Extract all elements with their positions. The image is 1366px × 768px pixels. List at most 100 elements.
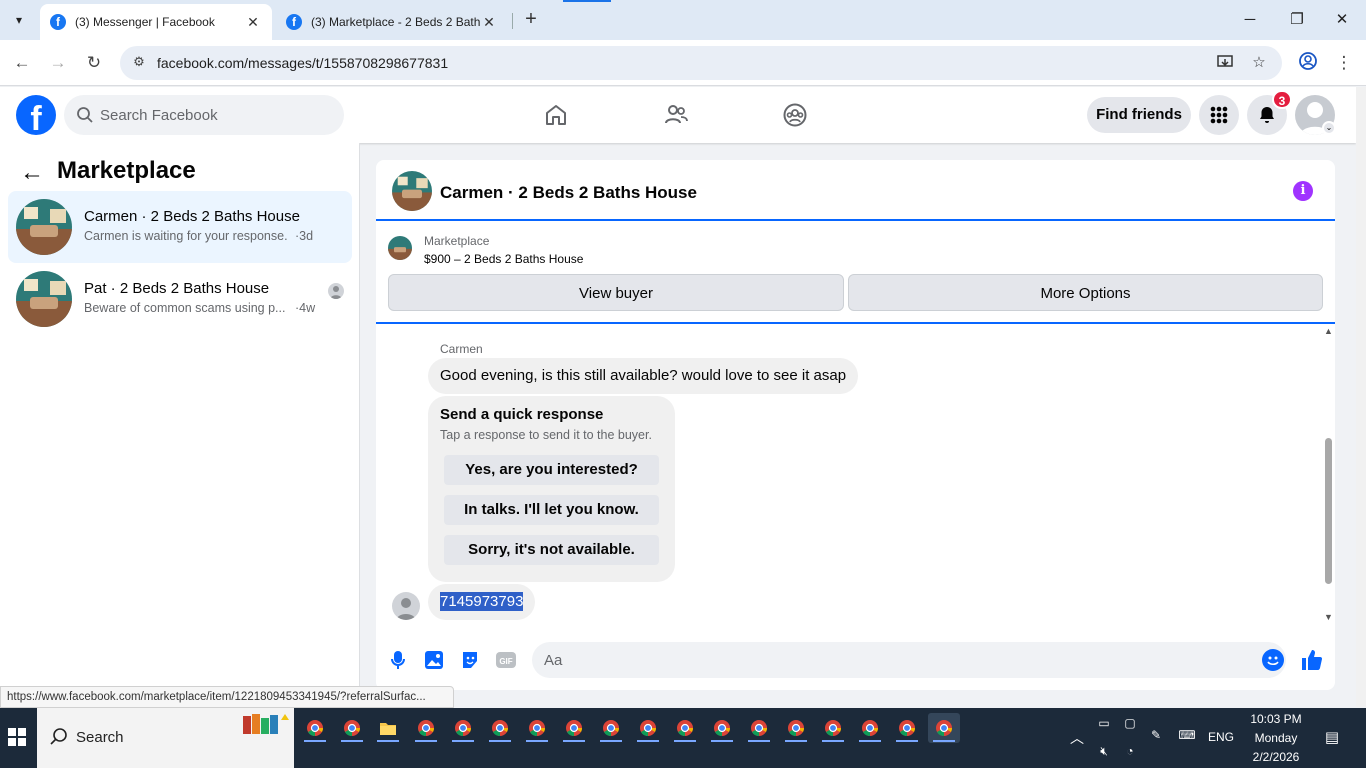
facebook-search[interactable]: [64, 95, 344, 135]
clock-time[interactable]: 10:03 PM: [1248, 712, 1304, 726]
minimize-button[interactable]: ─: [1230, 6, 1270, 34]
chrome-icon[interactable]: [669, 713, 701, 743]
taskbar-search[interactable]: Search: [37, 708, 294, 768]
bookmark-star-icon[interactable]: ☆: [1248, 53, 1270, 75]
info-icon[interactable]: i: [1293, 181, 1313, 201]
find-friends-button[interactable]: Find friends: [1087, 97, 1191, 133]
wifi-icon[interactable]: ◔: [1122, 744, 1138, 760]
chrome-icon[interactable]: [706, 713, 738, 743]
url-text[interactable]: facebook.com/messages/t/1558708298677831: [157, 55, 448, 71]
view-buyer-button[interactable]: View buyer: [388, 274, 844, 311]
message-input[interactable]: [532, 642, 1286, 678]
selected-text[interactable]: 7145973793: [440, 592, 524, 611]
incoming-message[interactable]: Good evening, is this still available? w…: [428, 358, 859, 394]
install-app-icon[interactable]: [1214, 53, 1236, 75]
conversation-preview: Carmen is waiting for your response.: [84, 229, 288, 243]
home-icon[interactable]: [540, 99, 572, 131]
friends-icon[interactable]: [660, 99, 692, 131]
tab-marketplace[interactable]: f (3) Marketplace - 2 Beds 2 Baths ✕: [276, 4, 508, 40]
reload-icon[interactable]: ↻: [82, 51, 106, 75]
chrome-icon[interactable]: [817, 713, 849, 743]
conversation-preview: Beware of common scams using p...: [84, 301, 286, 315]
windows-start-icon[interactable]: [8, 728, 26, 746]
facebook-header: f Find friends 3 ⌄: [0, 87, 1356, 143]
scrollbar-thumb[interactable]: [1325, 438, 1332, 584]
conversation-item[interactable]: Pat · 2 Beds 2 Baths House Beware of com…: [8, 263, 352, 335]
search-input[interactable]: [100, 95, 330, 135]
quick-response-subtitle: Tap a response to send it to the buyer.: [440, 428, 652, 442]
message-text-field[interactable]: [544, 642, 1234, 678]
meet-now-icon[interactable]: ▢: [1122, 716, 1138, 732]
tab-title: (3) Messenger | Facebook: [75, 15, 215, 29]
photo-icon[interactable]: [423, 649, 445, 671]
emoji-icon[interactable]: [1262, 649, 1284, 671]
groups-icon[interactable]: [779, 99, 811, 131]
menu-grid-icon[interactable]: [1199, 95, 1239, 135]
chrome-icon[interactable]: [336, 713, 368, 743]
conversation-item[interactable]: Carmen · 2 Beds 2 Baths House Carmen is …: [8, 191, 352, 263]
sticker-icon[interactable]: [459, 649, 481, 671]
clock-day[interactable]: Monday: [1248, 731, 1304, 745]
close-window-button[interactable]: ✕: [1322, 6, 1362, 34]
facebook-logo-icon[interactable]: f: [16, 95, 56, 135]
new-tab-button[interactable]: +: [519, 8, 543, 32]
conversation-name: Pat · 2 Beds 2 Baths House: [84, 280, 270, 297]
microphone-icon[interactable]: [387, 649, 409, 671]
taskbar-search-label: Search: [76, 729, 124, 746]
chrome-icon[interactable]: [299, 713, 331, 743]
tab-title: (3) Marketplace - 2 Beds 2 Baths: [311, 15, 480, 29]
pen-icon[interactable]: ✎: [1148, 728, 1164, 744]
tab-search-button[interactable]: ▾: [6, 7, 32, 33]
chrome-icon[interactable]: [595, 713, 627, 743]
page-scrollbar[interactable]: [1356, 87, 1366, 707]
outgoing-message[interactable]: 7145973793: [428, 584, 536, 620]
tab-strip-indicator: [563, 0, 611, 2]
chrome-icon[interactable]: [743, 713, 775, 743]
chevron-down-icon[interactable]: ⌄: [1322, 121, 1336, 135]
chat-thumbnail[interactable]: [392, 171, 432, 211]
chrome-icon[interactable]: [780, 713, 812, 743]
chrome-icon[interactable]: [928, 713, 960, 743]
notifications-icon[interactable]: ▤: [1324, 728, 1340, 746]
tab-messenger[interactable]: f (3) Messenger | Facebook ✕: [40, 4, 272, 40]
chrome-icon[interactable]: [447, 713, 479, 743]
quick-response-yes-button[interactable]: Yes, are you interested?: [444, 455, 659, 485]
thumbs-up-icon[interactable]: [1301, 649, 1323, 671]
widgets-icon[interactable]: [239, 710, 291, 736]
chrome-icon[interactable]: [410, 713, 442, 743]
profile-icon[interactable]: [1296, 51, 1320, 75]
chrome-icon[interactable]: [521, 713, 553, 743]
tab-close-icon[interactable]: ✕: [244, 14, 262, 31]
quick-response-sorry-button[interactable]: Sorry, it's not available.: [444, 535, 659, 565]
speaker-muted-icon[interactable]: 🔇︎: [1096, 744, 1112, 760]
tab-close-icon[interactable]: ✕: [480, 14, 498, 31]
message-scrollbar[interactable]: ▲ ▼: [1322, 326, 1335, 626]
chrome-icon[interactable]: [891, 713, 923, 743]
scroll-down-icon[interactable]: ▼: [1324, 612, 1333, 622]
address-bar[interactable]: ⚙ facebook.com/messages/t/15587082986778…: [120, 46, 1282, 80]
quick-response-card: Send a quick response Tap a response to …: [428, 396, 675, 582]
maximize-button[interactable]: ❐: [1277, 6, 1317, 34]
back-icon[interactable]: ←: [10, 51, 34, 75]
site-info-icon[interactable]: ⚙: [130, 54, 148, 72]
gif-icon[interactable]: GIF: [495, 649, 517, 671]
language-indicator[interactable]: ENG: [1208, 730, 1234, 744]
battery-icon[interactable]: ▭: [1096, 716, 1112, 732]
chrome-icon[interactable]: [484, 713, 516, 743]
more-options-button[interactable]: More Options: [848, 274, 1323, 311]
clock-date[interactable]: 2/2/2026: [1248, 750, 1304, 764]
file-explorer-icon[interactable]: [372, 713, 404, 743]
chrome-icon[interactable]: [558, 713, 590, 743]
chrome-icon[interactable]: [632, 713, 664, 743]
keyboard-icon[interactable]: ⌨: [1176, 728, 1198, 744]
back-arrow-icon[interactable]: ←: [20, 159, 44, 187]
browser-menu-icon[interactable]: ⋮: [1332, 51, 1356, 75]
listing-price-title[interactable]: $900 – 2 Beds 2 Baths House: [424, 252, 583, 266]
scroll-up-icon[interactable]: ▲: [1324, 326, 1333, 336]
chrome-icon[interactable]: [854, 713, 886, 743]
listing-thumbnail[interactable]: [388, 236, 412, 260]
quick-response-talks-button[interactable]: In talks. I'll let you know.: [444, 495, 659, 525]
forward-icon[interactable]: →: [46, 51, 70, 75]
chat-title[interactable]: Carmen · 2 Beds 2 Baths House: [440, 183, 697, 203]
show-hidden-icons-icon[interactable]: ︿: [1070, 728, 1084, 748]
